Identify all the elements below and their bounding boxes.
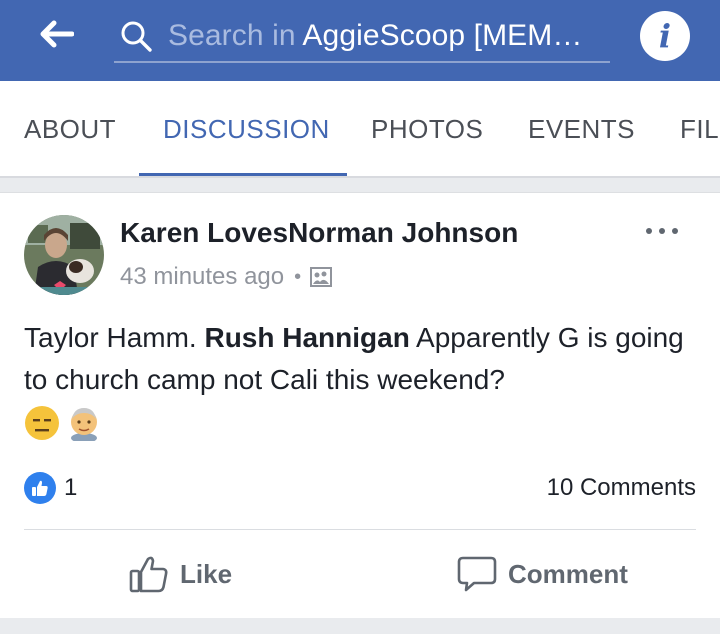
post-meta: 43 minutes ago •: [120, 259, 333, 295]
search-input[interactable]: Search in AggieScoop [MEM…: [114, 10, 610, 63]
top-bar: Search in AggieScoop [MEM… i: [0, 0, 720, 81]
post-card: Karen LovesNorman Johnson 43 minutes ago…: [0, 192, 720, 618]
thumbs-up-outline-icon: [129, 556, 168, 593]
meta-separator: •: [294, 265, 302, 288]
info-button[interactable]: i: [640, 11, 690, 61]
like-reaction-badge: [24, 472, 56, 504]
older-man-emoji: [71, 408, 97, 441]
reactions-summary[interactable]: 1: [24, 471, 77, 505]
post-body: Taylor Hamm. Rush Hannigan Apparently G …: [24, 322, 684, 395]
post-author-name[interactable]: Karen LovesNorman Johnson: [120, 217, 518, 249]
divider: [24, 529, 696, 530]
search-icon: [121, 21, 152, 52]
thumbs-up-icon: [32, 480, 48, 496]
mention-link[interactable]: Rush Hannigan: [204, 322, 409, 353]
post-timestamp[interactable]: 43 minutes ago: [120, 263, 284, 291]
tab-files[interactable]: FIL: [680, 81, 719, 176]
comments-count-link[interactable]: 10 Comments: [547, 471, 696, 505]
tab-events[interactable]: EVENTS: [528, 81, 635, 176]
tab-photos[interactable]: PHOTOS: [371, 81, 483, 176]
back-button[interactable]: [34, 16, 78, 52]
group-photo-icon: [310, 267, 333, 287]
post-options-button[interactable]: [642, 221, 682, 241]
more-dots-icon: [646, 228, 652, 234]
tab-about[interactable]: ABOUT: [24, 81, 116, 176]
more-dots-icon: [672, 228, 678, 234]
search-placeholder: Search in AggieScoop [MEM…: [168, 18, 583, 52]
more-dots-icon: [659, 228, 665, 234]
post-emojis: [24, 403, 102, 443]
comment-label: Comment: [508, 558, 628, 589]
avatar[interactable]: [24, 215, 104, 295]
comment-bubble-icon: [457, 556, 497, 592]
info-icon: i: [658, 17, 672, 55]
like-count: 1: [64, 474, 78, 501]
like-button[interactable]: Like: [128, 549, 232, 599]
profile-photo: [24, 215, 104, 295]
comment-button[interactable]: Comment: [456, 549, 628, 599]
active-tab-indicator: [139, 173, 347, 176]
group-tabs: ABOUT DISCUSSION PHOTOS EVENTS FIL: [0, 81, 720, 178]
expressionless-face-emoji: [25, 406, 59, 440]
tab-discussion[interactable]: DISCUSSION: [163, 81, 330, 176]
search-query: AggieScoop [MEM…: [302, 18, 583, 52]
arrow-left-icon: [40, 20, 74, 48]
like-label: Like: [180, 558, 233, 589]
